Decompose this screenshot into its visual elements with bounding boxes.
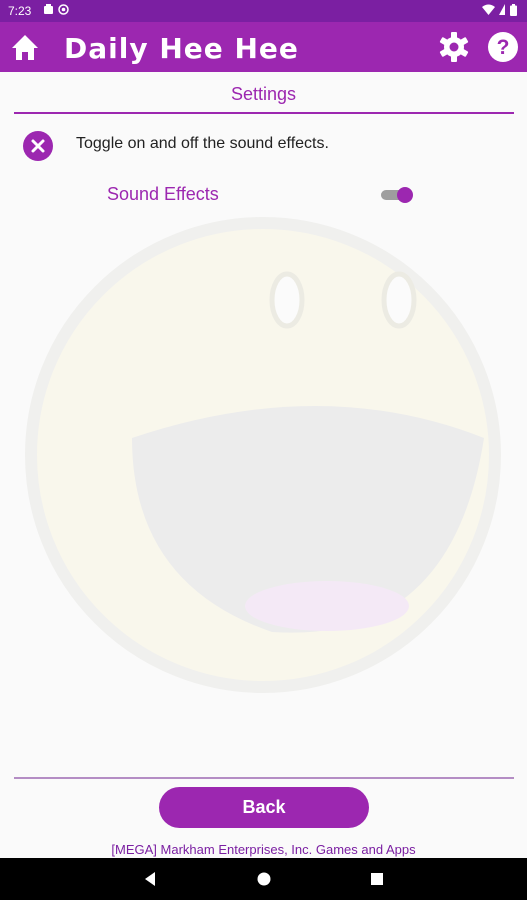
status-bar: 7:23: [0, 0, 527, 22]
nav-home-button[interactable]: [254, 869, 274, 889]
alert-icon: [499, 4, 505, 18]
status-time: 7:23: [8, 4, 32, 18]
home-icon: [8, 35, 42, 68]
sound-effects-toggle[interactable]: [381, 187, 415, 203]
home-circle-icon: [254, 872, 274, 893]
close-button[interactable]: [23, 131, 53, 161]
notification-icon: [44, 4, 53, 17]
page-title: Settings: [230, 84, 297, 104]
divider: [14, 112, 514, 114]
footer-credit: [MEGA] Markham Enterprises, Inc. Games a…: [111, 842, 416, 857]
divider: [14, 777, 514, 779]
help-button[interactable]: ?: [486, 30, 520, 64]
help-icon: ?: [486, 32, 520, 68]
recents-square-icon: [367, 873, 387, 893]
sound-effects-label: Sound Effects: [107, 184, 219, 204]
settings-button[interactable]: [437, 30, 471, 64]
back-triangle-icon: [141, 872, 161, 893]
wifi-icon: [482, 4, 495, 18]
close-icon: [23, 139, 53, 165]
settings-description: Toggle on and off the sound effects.: [76, 135, 329, 152]
nfc-icon: [58, 4, 69, 18]
battery-icon: [510, 4, 517, 19]
svg-text:?: ?: [497, 36, 510, 59]
gear-icon: [437, 32, 471, 68]
toggle-thumb: [397, 187, 413, 203]
smiley-watermark-image: [25, 217, 501, 693]
back-button[interactable]: Back: [159, 787, 369, 828]
app-bar: Daily Hee Hee ?: [0, 22, 527, 72]
nav-back-button[interactable]: [141, 869, 161, 889]
home-button[interactable]: [8, 30, 42, 64]
nav-recents-button[interactable]: [367, 869, 387, 889]
app-title: Daily Hee Hee: [64, 32, 299, 65]
navigation-bar: [0, 858, 527, 900]
